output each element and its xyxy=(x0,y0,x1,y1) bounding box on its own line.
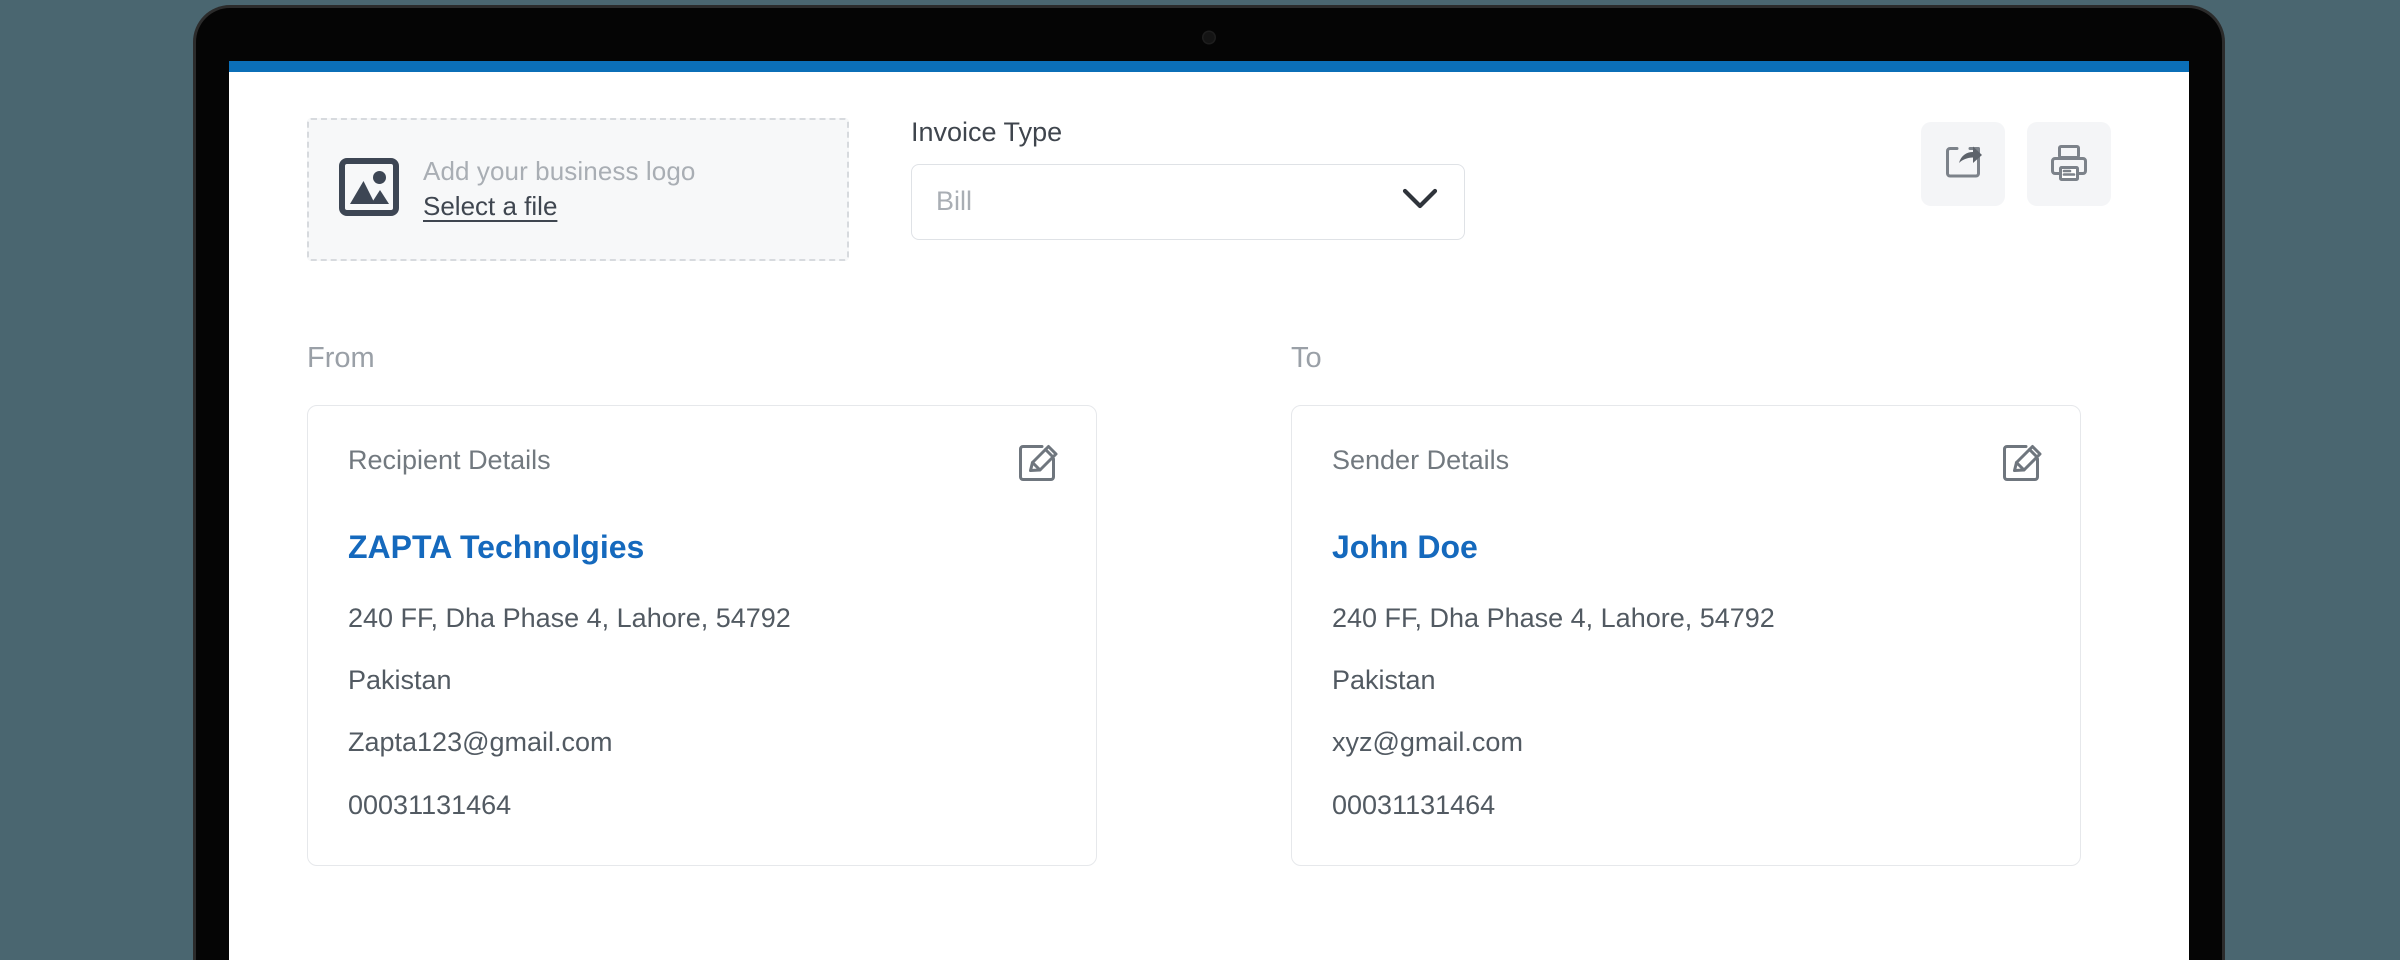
invoice-type-label: Invoice Type xyxy=(911,117,1063,147)
sender-email-line: xyz@gmail.com xyxy=(1332,727,1523,758)
to-label: To xyxy=(1291,342,1322,374)
recipient-name: ZAPTA Technolgies xyxy=(348,528,645,565)
toolbar-actions xyxy=(1921,118,2111,206)
sender-card-header: Sender Details xyxy=(1332,440,2044,489)
device-camera-icon xyxy=(1203,32,1215,43)
to-column: To Sender Details John Doe 240 FF, Dha P… xyxy=(1291,342,2081,867)
sender-name: John Doe xyxy=(1332,528,1478,565)
parties-section: From Recipient Details ZAPTA Technolgies… xyxy=(229,342,2189,867)
share-button[interactable] xyxy=(1921,122,2005,206)
chevron-down-icon xyxy=(1402,188,1438,215)
device-frame: Add your business logo Select a file Inv… xyxy=(196,8,2222,960)
recipient-address-line: 240 FF, Dha Phase 4, Lahore, 54792 xyxy=(348,602,791,633)
sender-details-card: Sender Details John Doe 240 FF, Dha Phas… xyxy=(1291,404,2081,867)
from-column: From Recipient Details ZAPTA Technolgies… xyxy=(307,342,1097,867)
invoice-type-select[interactable]: Bill xyxy=(911,163,1465,240)
invoice-type-field: Invoice Type Bill xyxy=(911,117,1465,240)
invoice-type-value: Bill xyxy=(936,186,973,217)
top-accent-bar xyxy=(229,61,2189,72)
logo-upload-hint: Add your business logo xyxy=(423,155,696,186)
select-a-file-link[interactable]: Select a file xyxy=(423,191,557,222)
edit-pencil-icon xyxy=(1014,444,1060,489)
edit-sender-button[interactable] xyxy=(1998,440,2044,489)
logo-upload-texts: Add your business logo Select a file xyxy=(423,157,695,222)
image-placeholder-icon xyxy=(339,158,399,221)
recipient-email-line: Zapta123@gmail.com xyxy=(348,727,613,758)
print-button[interactable] xyxy=(2027,122,2111,206)
edit-recipient-button[interactable] xyxy=(1014,440,1060,489)
sender-country-line: Pakistan xyxy=(1332,665,1436,696)
edit-pencil-icon xyxy=(1998,444,2044,489)
invoice-builder-page: Add your business logo Select a file Inv… xyxy=(229,72,2189,960)
toolbar-row: Add your business logo Select a file Inv… xyxy=(229,72,2189,261)
recipient-phone-line: 00031131464 xyxy=(348,789,512,820)
device-screen: Add your business logo Select a file Inv… xyxy=(229,61,2189,960)
screenshot-stage: Add your business logo Select a file Inv… xyxy=(0,0,2400,960)
recipient-card-header: Recipient Details xyxy=(348,440,1060,489)
recipient-details-title: Recipient Details xyxy=(348,444,551,475)
print-icon xyxy=(2046,140,2092,189)
share-icon xyxy=(1940,140,1986,189)
recipient-country-line: Pakistan xyxy=(348,665,452,696)
sender-details-title: Sender Details xyxy=(1332,444,1510,475)
sender-address-line: 240 FF, Dha Phase 4, Lahore, 54792 xyxy=(1332,602,1775,633)
logo-upload-dropzone[interactable]: Add your business logo Select a file xyxy=(307,118,849,261)
from-label: From xyxy=(307,342,375,374)
recipient-details-card: Recipient Details ZAPTA Technolgies 240 … xyxy=(307,404,1097,867)
sender-phone-line: 00031131464 xyxy=(1332,789,1496,820)
